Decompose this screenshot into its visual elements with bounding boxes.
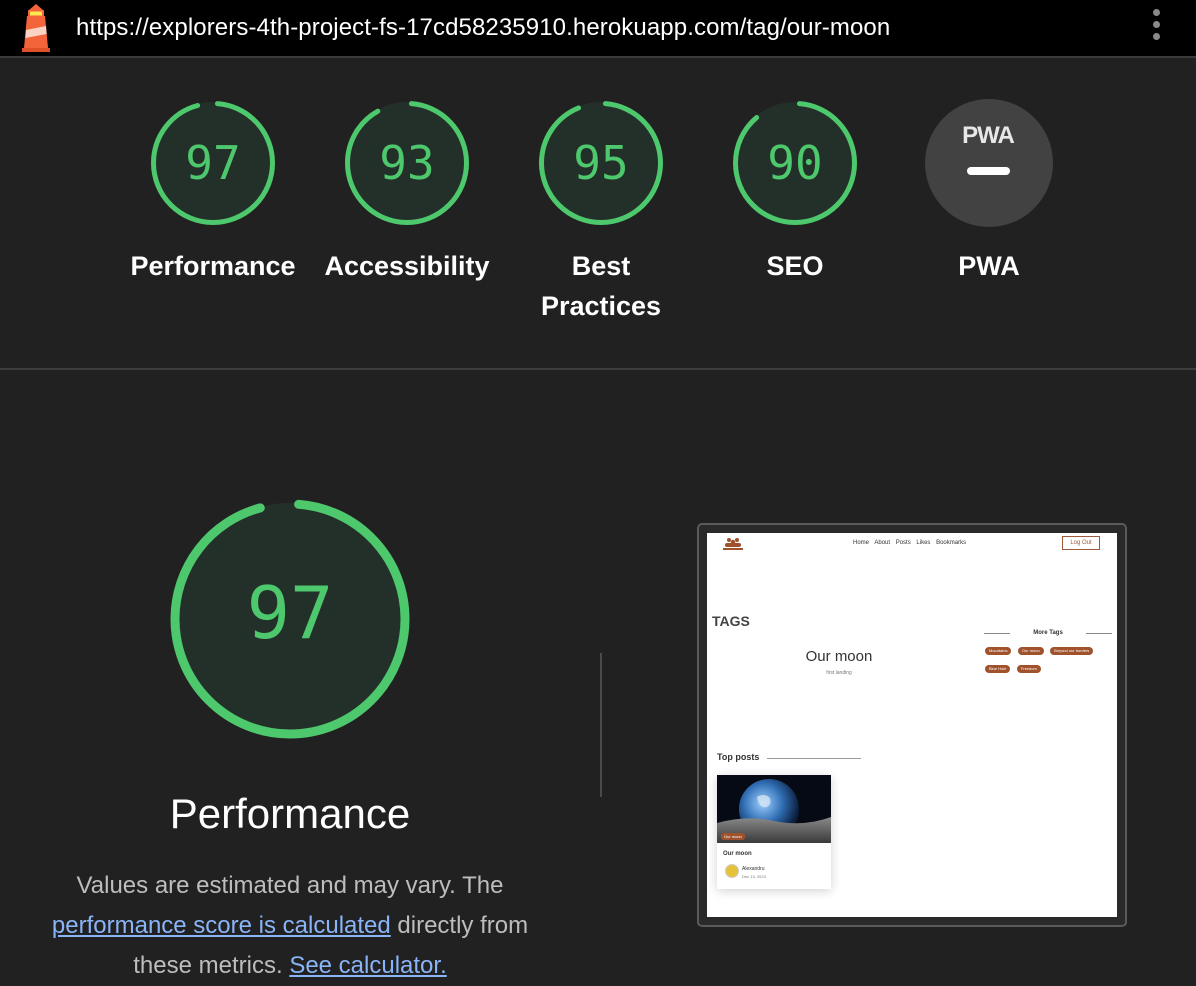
page-url: https://explorers-4th-project-fs-17cd582… [76, 14, 891, 41]
gauge-accessibility[interactable]: 93 Accessibility [324, 98, 490, 281]
nav-bookmarks[interactable]: Bookmarks [936, 540, 966, 546]
post-tag-pill[interactable]: Our moon [721, 833, 745, 840]
performance-score: 97 [246, 571, 334, 655]
divider-line [1086, 633, 1112, 634]
post-card[interactable]: Our moon Our moon Alexandru Dec 13, 2023 [717, 775, 831, 889]
see-calculator-link[interactable]: See calculator. [289, 952, 446, 979]
tag-pill[interactable]: Freedom [1016, 665, 1041, 673]
pwa-badge-icon: PWA [962, 122, 1015, 149]
browser-bar: https://explorers-4th-project-fs-17cd582… [0, 0, 1196, 58]
gauge-label: PWA [958, 251, 1020, 281]
post-image: Our moon [717, 775, 831, 843]
logout-button[interactable]: Log Out [1062, 536, 1100, 550]
gauge-score: 97 [185, 136, 241, 190]
more-tags-list: Mountains Our moon Beyond our borders Bl… [985, 647, 1115, 683]
gauge-performance[interactable]: 97 Performance [130, 98, 296, 281]
lighthouse-icon [22, 4, 50, 52]
gauge-score: 93 [379, 136, 435, 190]
gauge-score: 90 [767, 136, 823, 190]
gauge-score: 95 [573, 136, 629, 190]
avatar [725, 864, 739, 878]
final-screenshot[interactable]: Home About Posts Likes Bookmarks Log Out… [707, 533, 1117, 917]
post-author: Alexandru [742, 866, 765, 872]
site-logo-icon [723, 538, 743, 550]
tags-heading: TAGS [712, 613, 750, 629]
nav-likes[interactable]: Likes [916, 540, 930, 546]
tag-pill[interactable]: Mountains [985, 647, 1012, 655]
dash-icon [967, 167, 1010, 175]
top-posts-heading: Top posts [717, 752, 760, 762]
site-nav: Home About Posts Likes Bookmarks [853, 540, 970, 546]
performance-description: Values are estimated and may vary. The p… [40, 866, 540, 986]
score-calculated-link[interactable]: performance score is calculated [52, 912, 391, 939]
post-title: Our moon [723, 851, 752, 857]
gauge-label: Best Practices [540, 251, 662, 321]
gauge-label: SEO [766, 251, 824, 281]
gauge-label: Accessibility [324, 251, 490, 281]
tag-pill[interactable]: Our moon [1017, 647, 1044, 655]
nav-home[interactable]: Home [853, 540, 869, 546]
post-date: Dec 13, 2023 [742, 874, 766, 879]
tag-subtitle: first landing [826, 670, 852, 676]
gauge-label: Performance [130, 251, 296, 281]
nav-posts[interactable]: Posts [896, 540, 911, 546]
performance-title: Performance [169, 790, 411, 837]
section-divider [0, 368, 1196, 370]
gauge-seo[interactable]: 90 SEO [730, 98, 860, 281]
tag-title: Our moon [805, 648, 873, 665]
vertical-divider [600, 653, 602, 797]
gauge-best-practices[interactable]: 95 Best Practices [536, 98, 666, 321]
desc-text: Values are estimated and may vary. The [76, 872, 504, 899]
divider-line [767, 758, 861, 759]
gauge-pwa[interactable]: PWA PWA [924, 98, 1054, 281]
tag-pill[interactable]: Blue Hole [985, 665, 1011, 673]
nav-about[interactable]: About [874, 540, 890, 546]
tag-pill[interactable]: Beyond our borders [1050, 647, 1094, 655]
performance-gauge-large: 97 [168, 497, 412, 741]
kebab-menu-icon[interactable] [1146, 9, 1166, 47]
